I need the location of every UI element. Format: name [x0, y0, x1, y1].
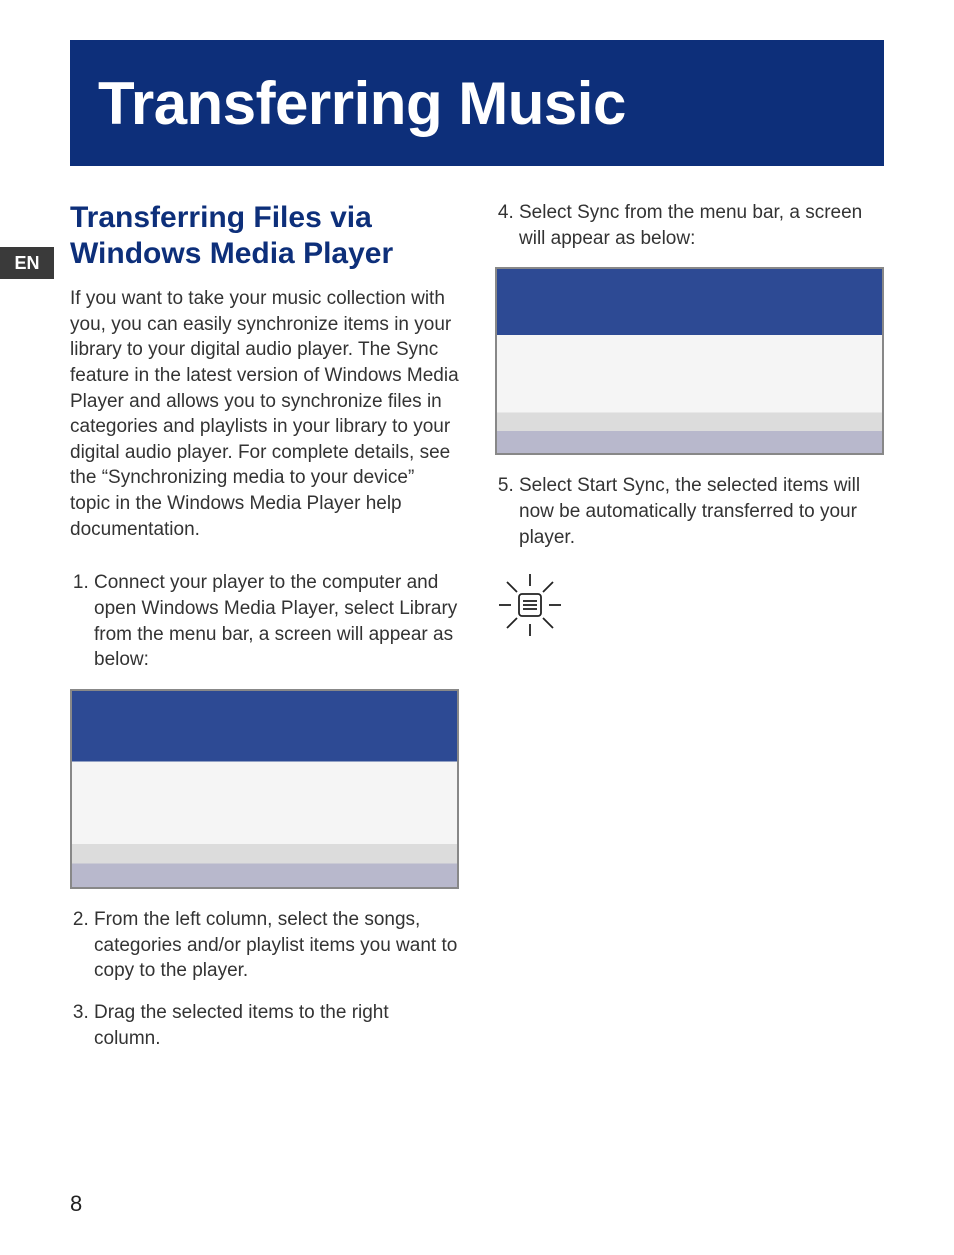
note-icon [495, 570, 565, 640]
right-column: Select Sync from the menu bar, a screen … [495, 200, 884, 1067]
step-5: Select Start Sync, the selected items wi… [519, 473, 884, 550]
section-heading: Transferring Files via Windows Media Pla… [70, 200, 459, 272]
step-3: Drag the selected items to the right col… [94, 1000, 459, 1051]
wmp-sync-screenshot [495, 267, 884, 455]
wmp-library-screenshot [70, 689, 459, 889]
left-column: Transferring Files via Windows Media Pla… [70, 200, 459, 1067]
step-4: Select Sync from the menu bar, a screen … [519, 200, 884, 251]
intro-paragraph: If you want to take your music collectio… [70, 286, 459, 542]
language-tab: EN [0, 247, 54, 279]
chapter-title: Transferring Music [98, 69, 626, 138]
step-2: From the left column, select the songs, … [94, 907, 459, 984]
chapter-banner: Transferring Music [70, 40, 884, 166]
step-1: Connect your player to the computer and … [94, 570, 459, 673]
page-number: 8 [70, 1191, 82, 1217]
